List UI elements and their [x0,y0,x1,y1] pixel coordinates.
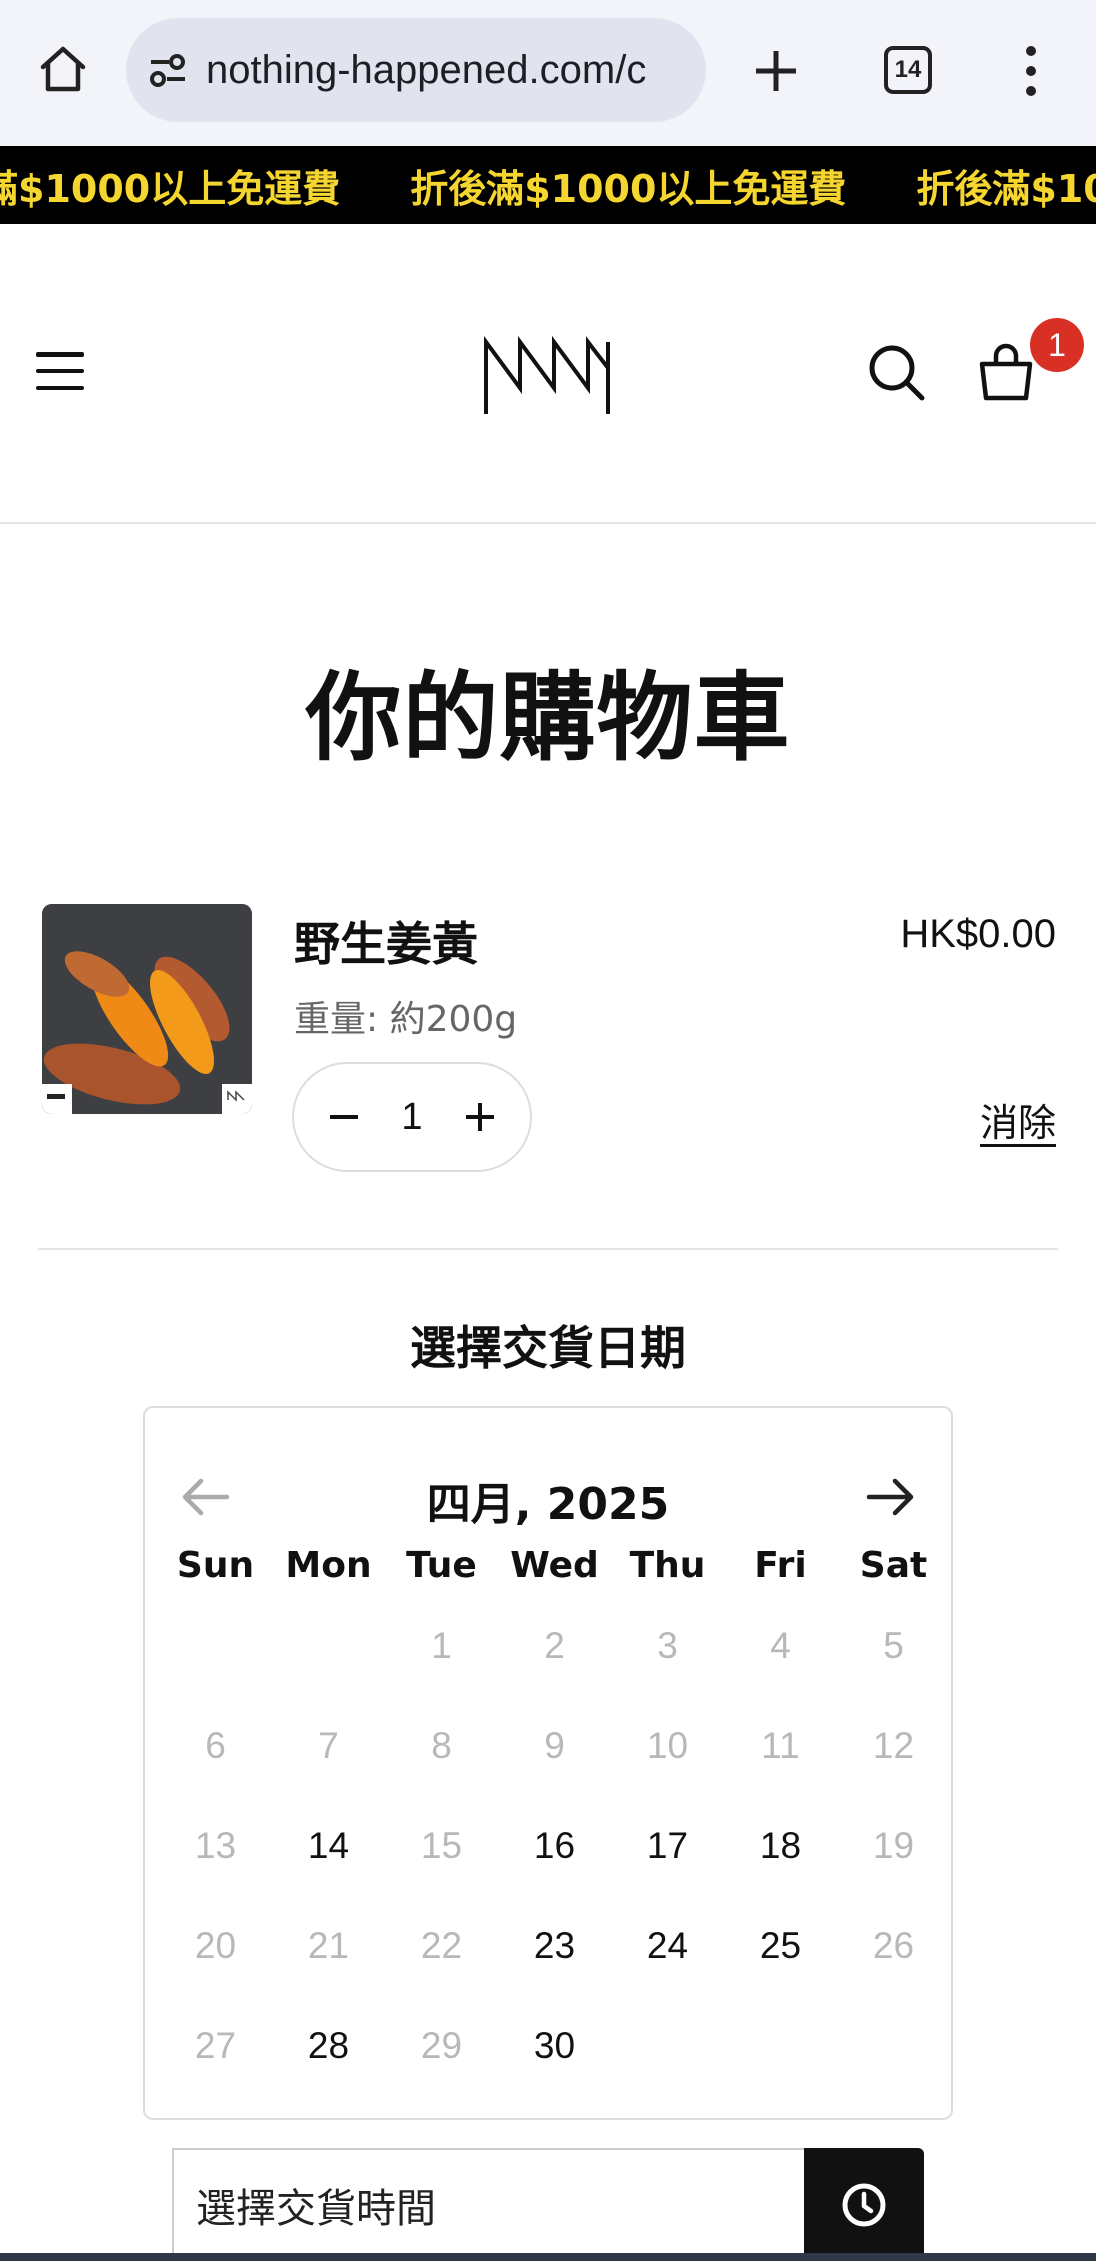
minus-icon[interactable] [324,1097,364,1137]
calendar-day: 8 [431,1725,452,1766]
weekday-label: Thu [629,1545,706,1586]
site-header: 1 [0,224,1096,524]
calendar-empty-cell [611,1996,724,2096]
clock-icon[interactable] [804,2148,924,2261]
calendar-day: 5 [883,1625,904,1666]
calendar-day[interactable]: 18 [724,1796,837,1896]
calendar-day: 15 [420,1825,463,1866]
plus-icon[interactable] [460,1097,500,1137]
calendar-day: 19 [872,1825,915,1866]
calendar-day: 7 [318,1725,339,1766]
weekday-label: Tue [406,1545,477,1586]
calendar-day: 22 [420,1925,463,1966]
cart-icon[interactable] [974,340,1038,404]
calendar-day: 12 [872,1725,915,1766]
product-variant: 重量: 約200g [294,999,518,1040]
calendar-day: 6 [205,1725,226,1766]
calendar-day[interactable]: 24 [611,1896,724,1996]
divider [38,1248,1058,1250]
announcement-text: 折後滿$1000以上免運費 [410,166,847,211]
site-settings-icon[interactable] [144,46,192,94]
delivery-time-input[interactable]: 選擇交貨時間 [172,2148,804,2261]
announcement-text: 折後滿$1000以上免運費 [0,166,341,211]
calendar-day: 13 [194,1825,237,1866]
calendar-month-label: 四月, 2025 [426,1479,670,1530]
quantity-stepper: 1 [292,1062,532,1172]
url-text[interactable]: nothing-happened.com/c [206,48,686,93]
calendar-empty-cell [837,1996,950,2096]
calendar-day: 11 [761,1725,800,1766]
arrow-right-icon[interactable] [865,1474,917,1520]
quantity-value[interactable]: 1 [401,1096,422,1139]
calendar-day: 1 [431,1625,452,1666]
calendar-day: 27 [194,2025,237,2066]
product-name[interactable]: 野生姜黃 [294,908,478,974]
tab-switcher-button[interactable]: 14 [884,46,932,94]
cart-count-badge: 1 [1030,318,1084,372]
announcement-text: 折後滿$1000以上免運費 [916,166,1096,211]
calendar-day[interactable]: 23 [498,1896,611,1996]
more-menu-icon[interactable] [1020,40,1042,102]
calendar-day[interactable]: 25 [724,1896,837,1996]
remove-item-link[interactable]: 消除 [980,1092,1056,1147]
calendar-day: 29 [420,2025,463,2066]
home-icon[interactable] [34,40,92,98]
calendar-empty-cell [159,1596,272,1696]
weekday-label: Fri [754,1545,807,1586]
calendar-day[interactable]: 30 [498,1996,611,2096]
weekday-label: Sat [859,1545,928,1586]
new-tab-icon[interactable] [745,40,807,102]
product-price: HK$0.00 [900,912,1056,956]
calendar-grid: Sun Mon Tue Wed Thu Fri Sat 1 2 3 4 5 6 7 8 9 10 11 12 13 14… [159,1536,949,2096]
menu-icon[interactable] [36,352,84,390]
calendar-day[interactable]: 16 [498,1796,611,1896]
product-image[interactable] [42,904,252,1114]
calendar-day[interactable]: 28 [272,1996,385,2096]
address-bar[interactable]: nothing-happened.com/c [126,18,706,122]
calendar-day: 10 [646,1725,689,1766]
calendar-day: 2 [544,1625,565,1666]
system-nav-bar [0,2253,1096,2261]
calendar-day: 9 [544,1725,565,1766]
calendar-day: 26 [872,1925,915,1966]
delivery-date-heading: 選擇交貨日期 [410,1321,686,1375]
brand-logo[interactable] [482,328,614,418]
weekday-label: Wed [510,1545,599,1586]
search-icon[interactable] [866,342,928,404]
calendar-day: 20 [194,1925,237,1966]
page-title: 你的購物車 [305,662,791,774]
calendar-day[interactable]: 17 [611,1796,724,1896]
delivery-calendar: 四月, 2025 Sun Mon Tue Wed Thu Fri Sat 1 2 3 4 5 6 7 8 9 1… [143,1406,953,2120]
calendar-day: 4 [770,1625,791,1666]
calendar-day: 3 [657,1625,678,1666]
calendar-empty-cell [724,1996,837,2096]
calendar-day[interactable]: 14 [272,1796,385,1896]
calendar-day: 21 [307,1925,350,1966]
announcement-bar: 折後滿$1000以上免運費 折後滿$1000以上免運費 折後滿$1000以上免運… [0,146,1096,224]
weekday-label: Sun [176,1545,255,1586]
calendar-empty-cell [272,1596,385,1696]
weekday-label: Mon [285,1545,372,1586]
browser-toolbar: nothing-happened.com/c 14 [0,0,1096,146]
